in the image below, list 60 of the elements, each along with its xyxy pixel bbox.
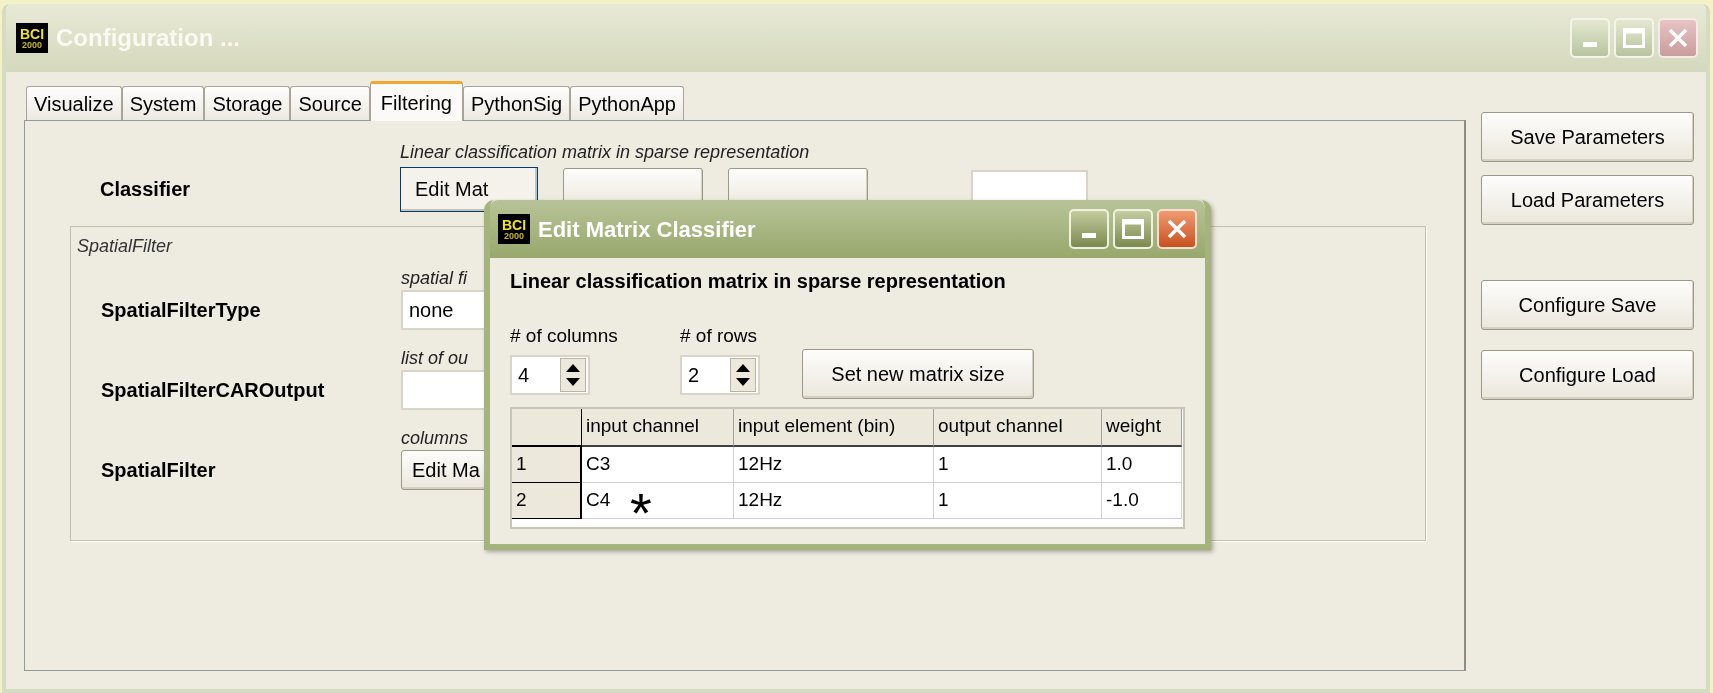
minimize-icon bbox=[1082, 233, 1096, 238]
parameter-hint: columns bbox=[401, 427, 469, 449]
side-button[interactable]: Configure Load bbox=[1481, 350, 1694, 400]
side-button[interactable]: Save Parameters bbox=[1481, 112, 1694, 162]
tab[interactable]: System bbox=[121, 86, 205, 120]
minimize-button[interactable] bbox=[1069, 209, 1109, 249]
table-cell[interactable]: 1 bbox=[938, 449, 949, 479]
minimize-button[interactable] bbox=[1570, 18, 1610, 58]
logo-icon: BCI 2000 bbox=[16, 23, 48, 53]
close-button[interactable] bbox=[1658, 18, 1698, 58]
column-header: output channel bbox=[934, 408, 1102, 447]
parameter-label: Classifier bbox=[100, 177, 192, 202]
table-cell[interactable]: 1.0 bbox=[1106, 449, 1133, 479]
edit-matrix-button[interactable]: Edit Mat bbox=[400, 166, 538, 212]
spin-arrows-icon[interactable] bbox=[560, 357, 586, 392]
tab[interactable]: Visualize bbox=[26, 86, 122, 120]
parameter-label: SpatialFilter bbox=[101, 458, 217, 483]
close-icon bbox=[1667, 27, 1689, 49]
asterisk-annotation: * bbox=[630, 490, 652, 536]
tab[interactable]: PythonApp bbox=[570, 86, 684, 120]
close-icon bbox=[1166, 218, 1188, 240]
maximize-button[interactable] bbox=[1113, 209, 1153, 249]
spin-arrows-icon[interactable] bbox=[730, 357, 756, 392]
tab[interactable]: PythonSig bbox=[462, 86, 571, 120]
table-cell[interactable]: 12Hz bbox=[738, 485, 783, 515]
spinner-label: # of rows bbox=[680, 324, 759, 348]
parameter-hint: Linear classification matrix in sparse representation bbox=[400, 141, 810, 164]
column-header: weight bbox=[1102, 408, 1182, 447]
close-button[interactable] bbox=[1157, 209, 1197, 249]
tab[interactable]: Filtering bbox=[369, 81, 463, 121]
row-header: 2 bbox=[512, 482, 582, 519]
logo-icon: BCI 2000 bbox=[498, 214, 530, 244]
column-header: input channel bbox=[582, 408, 734, 447]
maximize-icon bbox=[1623, 28, 1645, 48]
minimize-icon bbox=[1583, 42, 1597, 47]
spinner-label: # of columns bbox=[510, 324, 619, 348]
tab[interactable]: Source bbox=[290, 86, 370, 120]
corner-cell bbox=[512, 408, 582, 447]
row-header: 1 bbox=[512, 446, 582, 483]
tab[interactable]: Storage bbox=[204, 86, 291, 120]
parameter-hint: list of ou bbox=[401, 347, 469, 369]
table-cell[interactable]: C3 bbox=[586, 449, 611, 479]
column-header: input element (bin) bbox=[734, 408, 934, 447]
side-button[interactable]: Load Parameters bbox=[1481, 175, 1694, 225]
parameter-hint: spatial fi bbox=[401, 267, 468, 289]
table-cell[interactable]: -1.0 bbox=[1106, 485, 1139, 515]
maximize-button[interactable] bbox=[1614, 18, 1654, 58]
side-button[interactable]: Configure Save bbox=[1481, 280, 1694, 330]
set-size-button[interactable]: Set new matrix size bbox=[802, 348, 1034, 399]
table-cell[interactable]: C4 bbox=[586, 485, 611, 515]
columns-spinner[interactable]: 4 bbox=[510, 354, 590, 395]
group-title: SpatialFilter bbox=[77, 235, 173, 258]
dialog-heading: Linear classification matrix in sparse representation bbox=[510, 269, 1007, 294]
dialog-title: Edit Matrix Classifier bbox=[538, 215, 757, 244]
maximize-icon bbox=[1122, 219, 1144, 239]
table-cell[interactable]: 1 bbox=[938, 485, 949, 515]
table-cell[interactable]: 12Hz bbox=[738, 449, 783, 479]
parameter-label: SpatialFilterType bbox=[101, 298, 262, 323]
parameter-label: SpatialFilterCAROutput bbox=[101, 378, 326, 403]
rows-spinner[interactable]: 2 bbox=[680, 354, 760, 395]
